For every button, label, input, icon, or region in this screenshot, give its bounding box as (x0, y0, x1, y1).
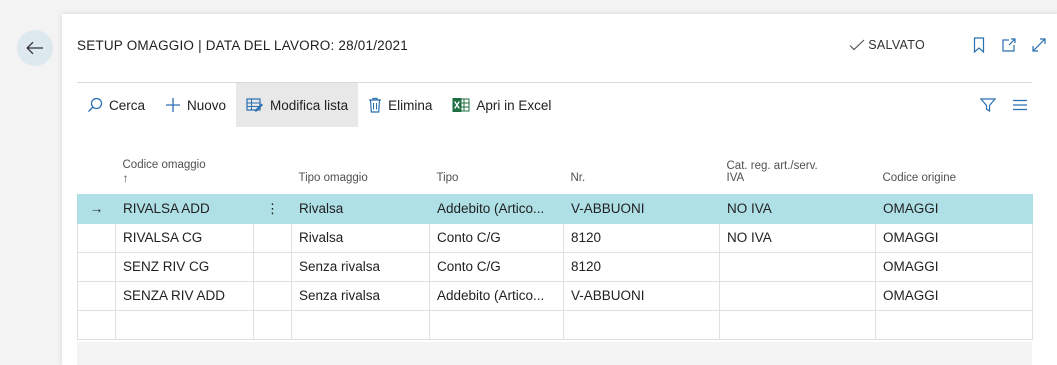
table-row-selected[interactable]: → RIVALSA ADD ⋮ Rivalsa Addebito (Artico… (77, 193, 1033, 224)
cell-codice[interactable]: RIVALSA CG (115, 222, 254, 253)
back-button[interactable] (17, 30, 53, 66)
header-tipo-label: Tipo (436, 171, 459, 184)
row-selector[interactable] (77, 309, 116, 340)
cell-cat-iva[interactable] (719, 280, 876, 311)
cell-tipo[interactable]: Conto C/G (429, 251, 564, 282)
row-context-cell[interactable] (253, 280, 292, 311)
action-bar: Cerca Nuovo Modifica lista Elimina Apri … (77, 82, 1032, 127)
row-context-cell[interactable] (253, 251, 292, 282)
saved-label: SALVATO (868, 38, 925, 52)
delete-label: Elimina (388, 97, 433, 113)
edit-list-button[interactable]: Modifica lista (236, 83, 359, 127)
cell-tipo-omaggio[interactable]: Rivalsa (291, 222, 430, 253)
header-codice-origine[interactable]: Codice origine (876, 127, 1033, 194)
cell-tipo[interactable] (429, 309, 564, 340)
cell-tipo[interactable]: Conto C/G (429, 222, 564, 253)
expand-icon[interactable] (1031, 37, 1047, 53)
row-context-menu-icon[interactable]: ⋮ (253, 193, 292, 224)
setup-omaggio-table: Codice omaggio ↑ Tipo omaggio Tipo Nr. C… (77, 127, 1033, 340)
cell-codice-origine[interactable]: OMAGGI (875, 280, 1033, 311)
cell-codice-origine[interactable] (875, 309, 1033, 340)
list-view-icon[interactable] (1012, 97, 1028, 113)
bookmark-icon[interactable] (971, 37, 987, 53)
cell-codice-origine[interactable]: OMAGGI (875, 193, 1033, 224)
header-context-menu (254, 127, 292, 194)
trash-icon (369, 97, 382, 113)
excel-icon (452, 98, 470, 112)
open-in-excel-button[interactable]: Apri in Excel (442, 83, 561, 127)
header-codice-omaggio[interactable]: Codice omaggio ↑ (116, 127, 254, 194)
header-cat-reg-iva[interactable]: Cat. reg. art./serv. IVA (720, 127, 876, 194)
header-selector (78, 127, 116, 194)
header-codice-origine-label: Codice origine (882, 171, 957, 184)
cell-codice-origine[interactable]: OMAGGI (875, 222, 1033, 253)
arrow-left-icon (26, 41, 43, 55)
header-tipo[interactable]: Tipo (430, 127, 564, 194)
search-label: Cerca (109, 97, 146, 113)
header-nr[interactable]: Nr. (564, 127, 720, 194)
cell-nr[interactable]: 8120 (563, 222, 720, 253)
new-label: Nuovo (187, 97, 227, 113)
delete-button[interactable]: Elimina (358, 83, 442, 127)
page-title: SETUP OMAGGIO | DATA DEL LAVORO: 28/01/2… (77, 37, 408, 53)
row-context-cell[interactable] (253, 309, 292, 340)
open-new-window-icon[interactable] (1001, 37, 1017, 53)
cell-cat-iva[interactable]: NO IVA (719, 193, 876, 224)
filter-icon[interactable] (980, 97, 996, 113)
row-selected-arrow-icon: → (77, 193, 116, 224)
list-grid: Codice omaggio ↑ Tipo omaggio Tipo Nr. C… (77, 127, 1033, 365)
table-header-row: Codice omaggio ↑ Tipo omaggio Tipo Nr. C… (78, 127, 1033, 194)
table-row[interactable]: SENZ RIV CG Senza rivalsa Conto C/G 8120… (77, 251, 1033, 282)
plus-icon (166, 98, 181, 112)
new-button[interactable]: Nuovo (155, 83, 236, 127)
sort-ascending-icon: ↑ (122, 170, 129, 185)
header-tipo-omaggio[interactable]: Tipo omaggio (292, 127, 430, 194)
saved-status: SALVATO (849, 38, 925, 52)
cell-tipo-omaggio[interactable] (291, 309, 430, 340)
search-button[interactable]: Cerca (77, 83, 155, 127)
cell-codice[interactable] (115, 309, 254, 340)
cell-cat-iva[interactable] (719, 251, 876, 282)
cell-tipo-omaggio[interactable]: Senza rivalsa (291, 280, 430, 311)
cell-tipo[interactable]: Addebito (Artico... (429, 193, 564, 224)
cell-nr[interactable]: V-ABBUONI (563, 280, 720, 311)
edit-list-label: Modifica lista (270, 97, 349, 113)
cell-tipo[interactable]: Addebito (Artico... (429, 280, 564, 311)
table-row[interactable]: RIVALSA CG Rivalsa Conto C/G 8120 NO IVA… (77, 222, 1033, 253)
search-icon (88, 97, 103, 112)
cell-nr[interactable]: 8120 (563, 251, 720, 282)
table-row-new-empty[interactable] (77, 309, 1033, 340)
cell-tipo-omaggio[interactable]: Rivalsa (291, 193, 430, 224)
header-cat-line2: IVA (726, 171, 745, 184)
page-card: SETUP OMAGGIO | DATA DEL LAVORO: 28/01/2… (62, 14, 1057, 365)
header-nr-label: Nr. (570, 171, 586, 184)
cell-codice[interactable]: SENZA RIV ADD (115, 280, 254, 311)
table-row[interactable]: SENZA RIV ADD Senza rivalsa Addebito (Ar… (77, 280, 1033, 311)
header-actions: SALVATO (849, 32, 1047, 58)
cell-nr[interactable] (563, 309, 720, 340)
page-header: SETUP OMAGGIO | DATA DEL LAVORO: 28/01/2… (77, 32, 1057, 58)
checkmark-icon (849, 39, 865, 51)
row-selector[interactable] (77, 280, 116, 311)
grid-footer-area (77, 342, 1032, 365)
header-tipo-omaggio-label: Tipo omaggio (298, 171, 368, 184)
toolbar-right-actions (964, 83, 1028, 127)
cell-cat-iva[interactable] (719, 309, 876, 340)
cell-nr[interactable]: V-ABBUONI (563, 193, 720, 224)
header-codice-omaggio-label: Codice omaggio (122, 158, 206, 171)
cell-codice[interactable]: SENZ RIV CG (115, 251, 254, 282)
cell-cat-iva[interactable]: NO IVA (719, 222, 876, 253)
edit-list-icon (246, 98, 264, 112)
row-context-cell[interactable] (253, 222, 292, 253)
cell-tipo-omaggio[interactable]: Senza rivalsa (291, 251, 430, 282)
row-selector[interactable] (77, 251, 116, 282)
excel-label: Apri in Excel (476, 97, 552, 113)
header-cat-line1: Cat. reg. art./serv. (726, 159, 818, 172)
cell-codice[interactable]: RIVALSA ADD (115, 193, 254, 224)
cell-codice-origine[interactable]: OMAGGI (875, 251, 1033, 282)
row-selector[interactable] (77, 222, 116, 253)
